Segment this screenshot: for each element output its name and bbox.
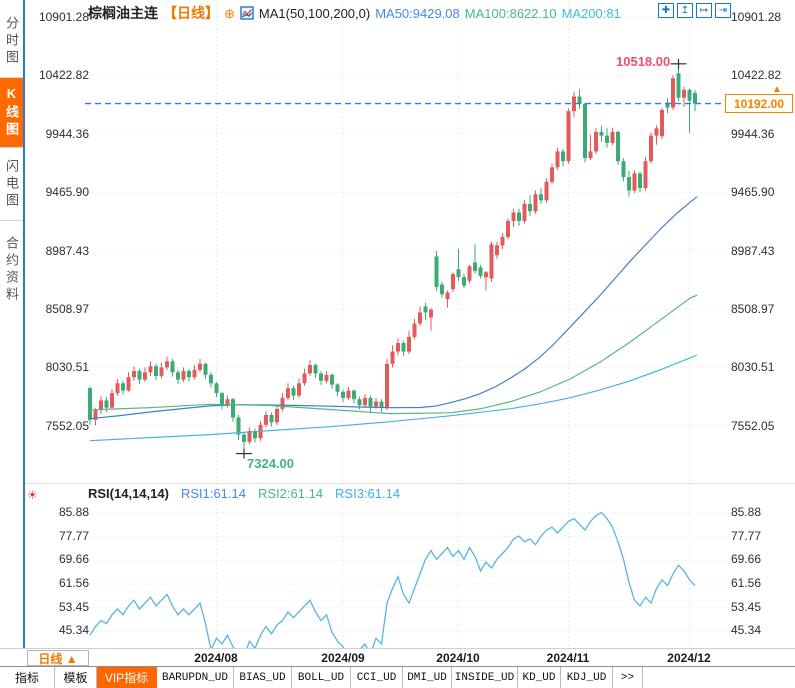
price-tick-label: 69.66 [731, 552, 762, 567]
date-tick: 2024/08 [194, 651, 238, 665]
date-tick: 2024/10 [436, 651, 480, 665]
tab-template[interactable]: 模板 [55, 667, 97, 688]
price-tick-label: 77.77 [58, 528, 89, 543]
tab-boll-ud[interactable]: BOLL_UD [292, 667, 351, 688]
date-axis: 日线 ▲ 2024/08 2024/09 2024/10 2024/11 202… [0, 648, 795, 666]
main-grid [85, 0, 728, 483]
price-tick-label: 8987.43 [731, 243, 775, 258]
indicator-toolbar: 指标 模板 VIP指标 BARUPDN_UD BIAS_UD BOLL_UD C… [0, 666, 795, 688]
mini-chart-icon [240, 6, 254, 20]
crosshair-move-icon[interactable]: ✚ [658, 3, 674, 18]
candlestick-chart[interactable] [25, 0, 795, 483]
pan-right-icon[interactable]: ⇥ [715, 3, 731, 18]
tab-indicator[interactable]: 指标 [0, 667, 55, 688]
tab-kd-ud[interactable]: KD_UD [518, 667, 561, 688]
rsi2-value: RSI2:61.14 [257, 486, 324, 501]
sidebar-item-label: K线图 [4, 86, 19, 139]
sidebar-item-label: 分时图 [4, 16, 19, 67]
rsi3-value: RSI3:61.14 [335, 486, 401, 501]
sidebar-item-label: 合约资料 [4, 235, 19, 304]
scale-x-axis-icon[interactable]: ↦ [696, 3, 712, 18]
chart-tools: ✚ ↥ ↦ ⇥ [658, 3, 731, 18]
price-up-arrow-icon: ▲ [772, 84, 782, 95]
tab-dmi-ud[interactable]: DMI_UD [403, 667, 452, 688]
chart-area[interactable]: 棕榈油主连 【日线】 ⊕ MA1(50,100,200,0) MA50:9429… [25, 0, 795, 650]
tab-vip-indicator[interactable]: VIP指标 [97, 667, 157, 688]
tab-more[interactable]: >> [613, 667, 643, 688]
price-tick-label: 85.88 [58, 504, 89, 519]
price-tick-label: 61.56 [58, 575, 89, 590]
ma-settings-label[interactable]: MA1(50,100,200,0) [259, 6, 370, 21]
tab-bias-ud[interactable]: BIAS_UD [234, 667, 292, 688]
price-tick-label: 45.34 [731, 623, 762, 638]
price-tick-label: 8508.97 [45, 301, 89, 316]
candles [88, 63, 697, 454]
ma200-value: MA200:81 [561, 5, 621, 21]
ma-line-ma50 [89, 196, 698, 420]
price-tick-label: 8508.97 [731, 301, 775, 316]
rsi-chart[interactable] [25, 483, 795, 650]
sidebar-item-lightning-chart[interactable]: 闪电图 [0, 148, 23, 221]
indicator-settings-icon[interactable]: ☀ [27, 488, 38, 502]
price-tick-label: 9465.90 [45, 185, 89, 200]
sidebar-item-label: 闪电图 [4, 158, 19, 210]
price-tick-label: 77.77 [731, 528, 762, 543]
price-tick-label: 9944.36 [45, 126, 89, 141]
price-tick-label: 10901.28 [38, 10, 89, 25]
current-price-badge: 10192.00 [725, 94, 793, 113]
low-price-label: 7324.00 [247, 456, 294, 471]
collapse-icon[interactable]: ⊕ [224, 7, 235, 20]
price-tick-label: 8987.43 [45, 243, 89, 258]
symbol-name: 棕榈油主连 [88, 5, 158, 21]
price-tick-label: 10422.82 [731, 68, 782, 83]
date-tick: 2024/12 [667, 651, 711, 665]
sidebar-item-timeshare-chart[interactable]: 分时图 [0, 6, 23, 78]
tab-kdj-ud[interactable]: KDJ_UD [561, 667, 613, 688]
left-tab-bar: 分时图 K线图 闪电图 合约资料 [0, 0, 25, 650]
sidebar-item-kline-chart[interactable]: K线图 [0, 78, 23, 148]
price-tick-label: 61.56 [731, 575, 762, 590]
sidebar-item-contract-info[interactable]: 合约资料 [0, 221, 23, 318]
scale-y-axis-icon[interactable]: ↥ [677, 3, 693, 18]
price-tick-label: 8030.51 [45, 360, 89, 375]
price-tick-label: 53.45 [731, 599, 762, 614]
price-tick-label: 7552.05 [45, 418, 89, 433]
chart-header: 棕榈油主连 【日线】 ⊕ MA1(50,100,200,0) MA50:9429… [88, 3, 621, 23]
ma50-value: MA50:9429.08 [375, 5, 460, 21]
date-tick: 2024/09 [321, 651, 365, 665]
rsi-title[interactable]: RSI(14,14,14) [88, 486, 169, 501]
period-label: 【日线】 [163, 5, 219, 21]
price-tick-label: 69.66 [58, 552, 89, 567]
rsi-header: RSI(14,14,14) RSI1:61.14 RSI2:61.14 RSI3… [88, 486, 400, 501]
price-tick-label: 10901.28 [731, 10, 782, 25]
price-tick-label: 8030.51 [731, 360, 775, 375]
price-tick-label: 10422.82 [38, 68, 89, 83]
tab-inside-ud[interactable]: INSIDE_UD [452, 667, 518, 688]
price-tick-label: 9944.36 [731, 126, 775, 141]
tab-cci-ud[interactable]: CCI_UD [351, 667, 403, 688]
rsi1-value: RSI1:61.14 [180, 486, 246, 501]
date-tick: 2024/11 [546, 651, 590, 665]
price-tick-label: 53.45 [58, 599, 89, 614]
tab-barupdn-ud[interactable]: BARUPDN_UD [157, 667, 234, 688]
price-tick-label: 9465.90 [731, 185, 775, 200]
high-price-label: 10518.00 [616, 54, 671, 69]
trading-terminal: 分时图 K线图 闪电图 合约资料 棕榈油主连 【日线】 ⊕ MA1(50,100… [0, 0, 795, 688]
period-selector[interactable]: 日线 ▲ [27, 650, 89, 666]
rsi-line [89, 511, 696, 650]
price-tick-label: 45.34 [58, 623, 89, 638]
price-tick-label: 85.88 [731, 504, 762, 519]
ma100-value: MA100:8622.10 [464, 5, 557, 21]
price-tick-label: 7552.05 [731, 418, 775, 433]
